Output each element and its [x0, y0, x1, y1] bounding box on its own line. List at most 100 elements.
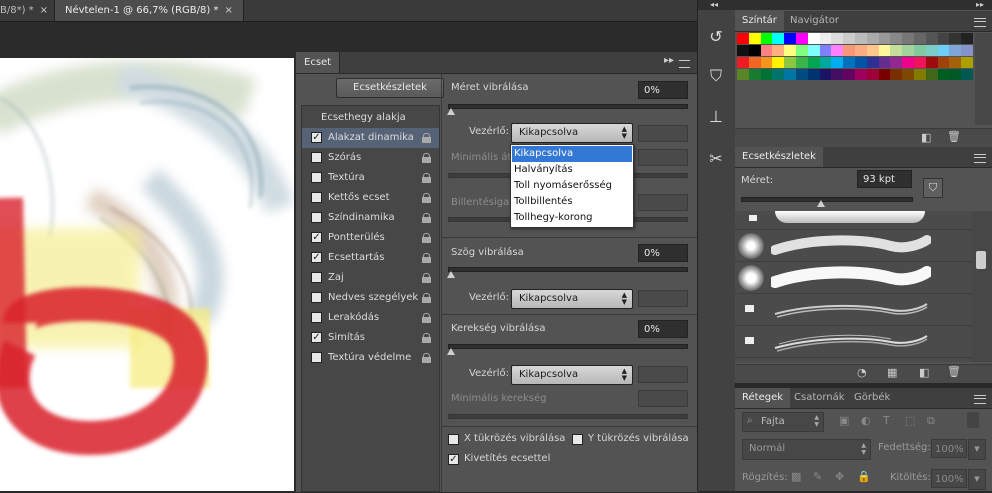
brush-preset-item[interactable]: [735, 326, 972, 358]
color-swatch[interactable]: [796, 33, 808, 44]
color-swatch[interactable]: [902, 33, 915, 44]
color-swatch[interactable]: [878, 57, 891, 68]
color-swatch[interactable]: [855, 33, 867, 44]
color-swatch[interactable]: [866, 57, 879, 68]
brush-option-item[interactable]: Szórás: [302, 148, 439, 168]
close-icon[interactable]: ×: [224, 5, 232, 16]
slider-thumb[interactable]: [447, 271, 455, 278]
color-swatch[interactable]: [819, 57, 832, 68]
color-swatch[interactable]: [737, 45, 749, 56]
color-swatch[interactable]: [961, 69, 974, 80]
lock-icon[interactable]: [422, 333, 431, 343]
lock-icon[interactable]: [422, 313, 431, 323]
grid-view-icon[interactable]: ▦: [887, 366, 897, 379]
tab-brush-presets[interactable]: Ecsetkészletek: [735, 147, 823, 167]
brush-panel-tab[interactable]: Ecset: [296, 52, 341, 73]
adjustment-filter-icon[interactable]: ◐: [861, 414, 871, 427]
create-brush-icon[interactable]: ⛉: [923, 178, 943, 198]
color-swatch[interactable]: [796, 45, 808, 56]
lock-icon[interactable]: [422, 253, 431, 263]
brush-option-checkbox[interactable]: [311, 272, 322, 283]
color-swatch[interactable]: [949, 45, 962, 56]
brush-option-checkbox[interactable]: [311, 212, 322, 223]
brush-option-checkbox[interactable]: [311, 352, 322, 363]
color-swatch[interactable]: [855, 57, 867, 68]
clone-source-icon[interactable]: ⊥: [702, 104, 730, 130]
brush-option-checkbox[interactable]: ✓: [311, 232, 322, 243]
filter-toggle-icon[interactable]: [967, 412, 979, 428]
expand-icon[interactable]: ◂◂: [710, 0, 718, 9]
color-swatch[interactable]: [890, 57, 903, 68]
trash-icon[interactable]: 🗑: [947, 365, 961, 378]
opacity-dropdown-arrow[interactable]: ▼: [968, 439, 986, 460]
color-swatch[interactable]: [961, 45, 974, 56]
brush-option-item[interactable]: ✓ Alakzat dinamika: [302, 128, 439, 148]
brush-option-checkbox[interactable]: [311, 172, 322, 183]
size-value-field[interactable]: 93 kpt: [857, 170, 912, 188]
color-swatch[interactable]: [772, 45, 785, 56]
color-swatch[interactable]: [925, 69, 938, 80]
color-swatch[interactable]: [843, 45, 856, 56]
color-swatch[interactable]: [914, 57, 926, 68]
document-tab-1[interactable]: B/8*) * ×: [0, 0, 59, 21]
color-swatch[interactable]: [748, 69, 761, 80]
color-swatch[interactable]: [748, 57, 761, 68]
color-swatch[interactable]: [819, 45, 832, 56]
flip-x-checkbox[interactable]: [448, 434, 459, 445]
color-swatch[interactable]: [843, 57, 856, 68]
size-slider[interactable]: [741, 197, 913, 202]
color-swatch[interactable]: [937, 57, 950, 68]
pixel-filter-icon[interactable]: ▣: [839, 414, 849, 427]
color-swatch[interactable]: [949, 69, 962, 80]
dropdown-option[interactable]: Halványítás: [512, 162, 632, 178]
lock-icon[interactable]: [422, 233, 431, 243]
brush-option-checkbox[interactable]: [311, 292, 322, 303]
color-swatch[interactable]: [784, 33, 797, 44]
panel-menu-icon[interactable]: [974, 154, 986, 163]
color-swatch[interactable]: [878, 69, 891, 80]
color-swatch[interactable]: [796, 57, 808, 68]
lock-icon[interactable]: [422, 153, 431, 163]
scrollbar-thumb[interactable]: [976, 251, 986, 269]
lock-transparent-icon[interactable]: ▩: [791, 470, 801, 483]
collapse-icon[interactable]: ▸▸: [664, 55, 674, 66]
brush-option-checkbox[interactable]: ✓: [311, 332, 322, 343]
trash-icon[interactable]: 🗑: [947, 130, 961, 143]
color-swatch[interactable]: [937, 69, 950, 80]
shape-filter-icon[interactable]: ⬚: [905, 414, 915, 427]
lock-icon[interactable]: [422, 273, 431, 283]
angle-jitter-slider[interactable]: [448, 267, 688, 272]
scrollbar[interactable]: [975, 33, 992, 125]
flip-y-jitter-option[interactable]: Y tükrözés vibrálása: [572, 433, 692, 447]
size-jitter-slider[interactable]: [448, 104, 688, 109]
color-swatch[interactable]: [949, 57, 962, 68]
color-swatch[interactable]: [855, 69, 867, 80]
document-canvas[interactable]: [0, 58, 294, 491]
tab-channels[interactable]: Csatornák: [787, 388, 852, 408]
color-swatch[interactable]: [961, 57, 974, 68]
opacity-field[interactable]: 100%: [931, 439, 967, 458]
color-swatch[interactable]: [737, 57, 749, 68]
color-swatch[interactable]: [784, 57, 797, 68]
brush-option-item[interactable]: Nedves szegélyek: [302, 288, 439, 308]
tool-presets-icon[interactable]: ✂: [702, 146, 730, 172]
color-swatch[interactable]: [890, 45, 903, 56]
lock-icon[interactable]: [422, 173, 431, 183]
history-icon[interactable]: ↺: [702, 24, 730, 50]
brush-preset-item[interactable]: [735, 294, 972, 326]
lock-icon[interactable]: [422, 133, 431, 143]
color-swatch[interactable]: [855, 45, 867, 56]
color-swatch[interactable]: [902, 69, 915, 80]
close-icon[interactable]: ×: [40, 5, 48, 16]
color-swatch[interactable]: [748, 33, 761, 44]
document-tab-2[interactable]: Névtelen-1 @ 66,7% (RGB/8) * ×: [54, 0, 244, 21]
panel-menu-icon[interactable]: [974, 395, 986, 404]
kind-filter-select[interactable]: ⌕ Fajta ▲ ▼: [742, 412, 824, 432]
brush-projection-checkbox[interactable]: ✓: [448, 454, 459, 465]
color-swatch[interactable]: [866, 33, 879, 44]
color-swatch[interactable]: [925, 45, 938, 56]
brush-preset-item[interactable]: [735, 230, 972, 262]
lock-icon[interactable]: [422, 213, 431, 223]
color-swatch[interactable]: [737, 33, 749, 44]
color-swatch[interactable]: [807, 45, 820, 56]
